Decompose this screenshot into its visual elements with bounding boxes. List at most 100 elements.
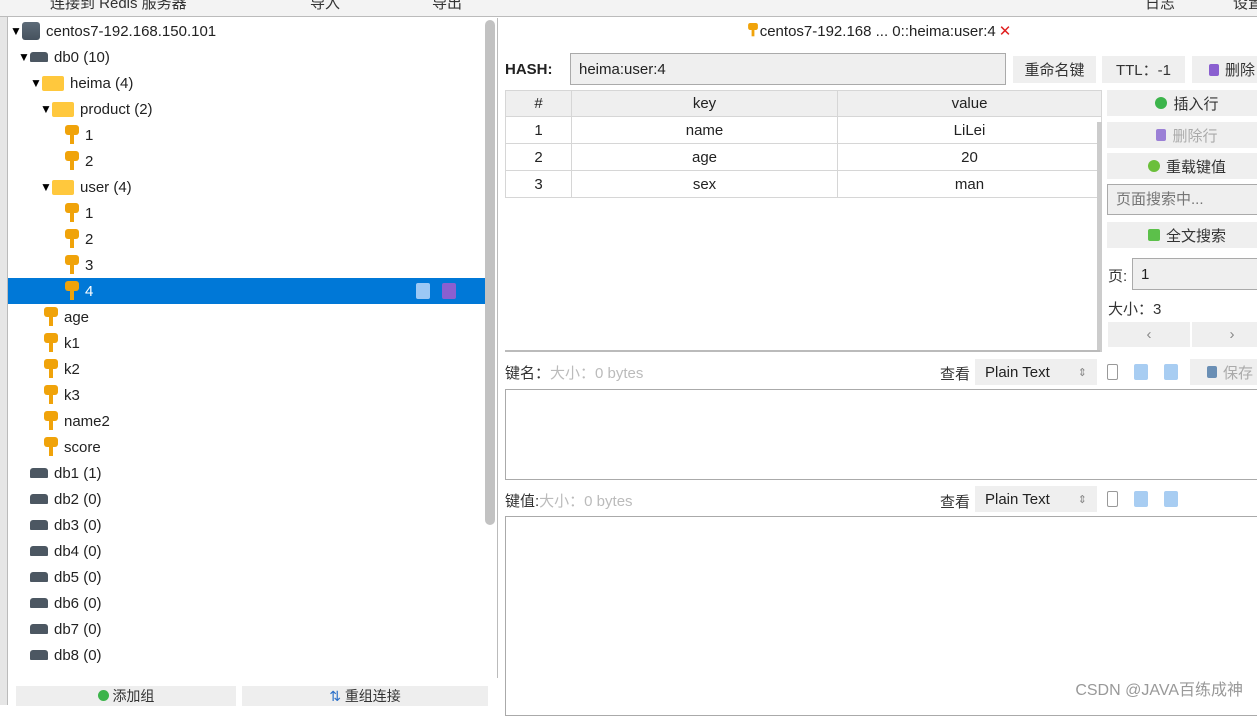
import-button[interactable]: 导入 [310,0,340,13]
code-file-icon[interactable] [1134,491,1148,507]
reload-button[interactable]: 重载键值 [1107,153,1257,179]
keyname-editor[interactable] [505,389,1257,480]
regroup-button[interactable]: ⇅ 重组连接 [242,686,488,706]
file-icon[interactable] [1164,364,1178,380]
delete-key-button[interactable]: 删除 [1192,56,1257,83]
prev-page-button[interactable]: ‹ [1108,322,1190,347]
reload-label: 重载键值 [1165,158,1226,176]
column-header-value[interactable]: value [837,90,1102,117]
folder-icon [52,179,74,195]
tree-item-key[interactable]: score [8,434,486,460]
key-icon [44,411,58,431]
tree-item-label: db7 (0) [54,620,102,638]
tree-item-key[interactable]: 2 [8,226,486,252]
cell-value[interactable]: LiLei [837,116,1102,144]
tree-item-key[interactable]: k2 [8,356,486,382]
expand-arrow-icon[interactable]: ▼ [40,180,52,194]
page-input[interactable]: 1 [1132,258,1257,290]
copy-icon[interactable] [1107,491,1118,507]
trash-icon [1156,129,1167,141]
code-file-icon[interactable] [1134,364,1148,380]
insert-row-button[interactable]: 插入行 [1107,90,1257,116]
tree-item-folder[interactable]: ▼ heima (4) [8,70,486,96]
tree-item-key[interactable]: 1 [8,122,486,148]
tree-item-key[interactable]: k1 [8,330,486,356]
rename-button[interactable]: 重命名键 [1013,56,1096,83]
tree-item-key[interactable]: age [8,304,486,330]
cell-value[interactable]: 20 [837,143,1102,171]
tree-item-db[interactable]: db8 (0) [8,642,486,668]
key-name-input[interactable]: heima:user:4 [570,53,1006,85]
log-button[interactable]: 日志 [1145,0,1175,13]
tree-scrollbar[interactable] [485,20,495,525]
sort-icon: ⇅ [329,688,341,704]
expand-arrow-icon[interactable]: ▼ [40,102,52,116]
tree-item-key[interactable]: 2 [8,148,486,174]
tree-item-server[interactable]: ▼ centos7-192.168.150.101 [8,18,486,44]
key-icon [65,203,79,223]
tree-item-key[interactable]: 3 [8,252,486,278]
cell-key[interactable]: sex [571,170,838,198]
export-button[interactable]: 导出 [432,0,462,13]
tree-item-db[interactable]: ▼ db0 (10) [8,44,486,70]
tree-item-folder[interactable]: ▼ product (2) [8,96,486,122]
column-header-index[interactable]: # [505,90,572,117]
cell-key[interactable]: name [571,116,838,144]
tree-item-folder[interactable]: ▼ user (4) [8,174,486,200]
delete-row-button[interactable]: 删除行 [1107,122,1257,148]
tree-item-key[interactable]: 1 [8,200,486,226]
fulltext-search-button[interactable]: 全文搜索 [1107,222,1257,248]
format-select[interactable]: Plain Text ⇕ [975,486,1097,512]
keyvalue-size: 大小：0 bytes [539,493,633,510]
key-icon [44,385,58,405]
tree-item-label: 2 [85,152,94,170]
key-tab[interactable]: centos7-192.168 ... 0::heima:user:4 ✕ [500,20,1257,40]
table-row[interactable]: 1 name LiLei [505,116,1102,144]
cell-index[interactable]: 3 [505,170,572,198]
cell-value[interactable]: man [837,170,1102,198]
tree-item-key[interactable]: name2 [8,408,486,434]
format-select[interactable]: Plain Text ⇕ [975,359,1097,385]
tree-item-db[interactable]: db1 (1) [8,460,486,486]
key-icon [65,229,79,249]
tree-item-db[interactable]: db3 (0) [8,512,486,538]
settings-button[interactable]: 设置 [1233,0,1257,13]
close-icon[interactable]: ✕ [999,23,1012,40]
keyname-tools [1107,364,1178,380]
tree-item-db[interactable]: db6 (0) [8,590,486,616]
table-row[interactable]: 3 sex man [505,170,1102,198]
trash-icon [1208,63,1219,76]
column-header-key[interactable]: key [571,90,838,117]
tree-item-db[interactable]: db2 (0) [8,486,486,512]
file-icon[interactable] [1164,491,1178,507]
expand-arrow-icon[interactable]: ▼ [10,24,22,38]
tree-item-label: user (4) [80,178,132,196]
delete-key-icon[interactable] [442,283,456,299]
tree-item-key[interactable]: k3 [8,382,486,408]
tree-item-key[interactable]: 4 [8,278,486,304]
expand-arrow-icon[interactable]: ▼ [30,76,42,90]
add-group-button[interactable]: 添加组 [16,686,236,706]
keyname-header: 键名：大小：0 bytes [505,362,643,383]
tree-item-db[interactable]: db5 (0) [8,564,486,590]
table-scrollbar[interactable] [1097,122,1102,352]
tree-item-db[interactable]: db7 (0) [8,616,486,642]
db-icon [30,52,48,62]
save-button[interactable]: 保存 [1190,359,1257,385]
connect-button[interactable]: 连接到 Redis 服务器 [50,0,187,13]
page-search-input[interactable] [1107,184,1257,215]
splitter[interactable] [505,350,1100,352]
tree-item-db[interactable]: db4 (0) [8,538,486,564]
keyname-label: 键名： [505,365,551,382]
cell-key[interactable]: age [571,143,838,171]
cell-index[interactable]: 2 [505,143,572,171]
copy-icon[interactable] [1107,364,1118,380]
key-icon [65,255,79,275]
ttl-button[interactable]: TTL：-1 [1102,56,1185,83]
cell-index[interactable]: 1 [505,116,572,144]
expand-arrow-icon[interactable]: ▼ [18,50,30,64]
table-row[interactable]: 2 age 20 [505,143,1102,171]
copy-key-icon[interactable] [416,283,430,299]
tree-item-label: db0 (10) [54,48,110,66]
next-page-button[interactable]: › [1192,322,1257,347]
